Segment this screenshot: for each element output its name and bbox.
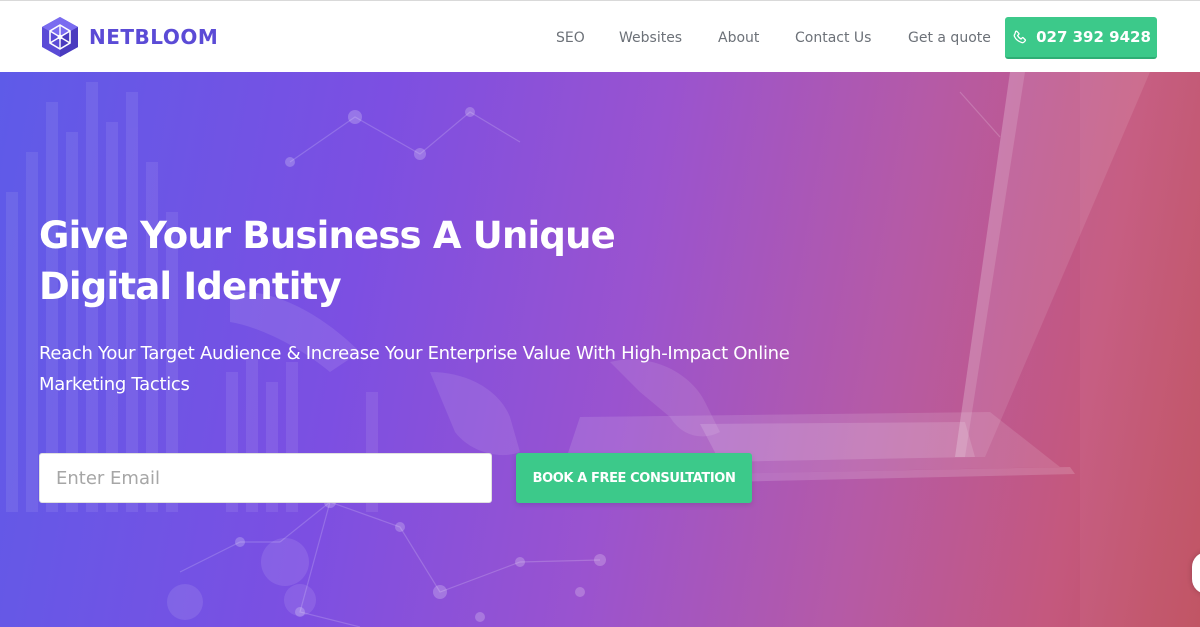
hero-section: Give Your Business A Unique Digital Iden… <box>0 72 1200 627</box>
phone-call-button[interactable]: 027 392 9428 <box>1005 17 1157 59</box>
nav-item-websites[interactable]: Websites <box>619 30 682 46</box>
phone-icon <box>1011 29 1028 46</box>
phone-number: 027 392 9428 <box>1036 28 1151 46</box>
hero-title: Give Your Business A Unique Digital Iden… <box>39 210 679 312</box>
nav-item-about[interactable]: About <box>718 30 759 46</box>
hero-title-line-2: Digital Identity <box>39 265 342 308</box>
nav-item-seo[interactable]: SEO <box>556 30 585 46</box>
email-input[interactable] <box>39 453 492 503</box>
site-header: NETBLOOM SEO Websites About Contact Us G… <box>0 0 1200 72</box>
nav-item-contact-us[interactable]: Contact Us <box>795 30 871 46</box>
hero-subtitle: Reach Your Target Audience & Increase Yo… <box>39 343 790 395</box>
nav-item-get-a-quote[interactable]: Get a quote <box>908 30 991 46</box>
book-consultation-button[interactable]: BOOK A FREE CONSULTATION <box>516 453 752 503</box>
hero-title-line-1: Give Your Business A Unique <box>39 214 616 257</box>
